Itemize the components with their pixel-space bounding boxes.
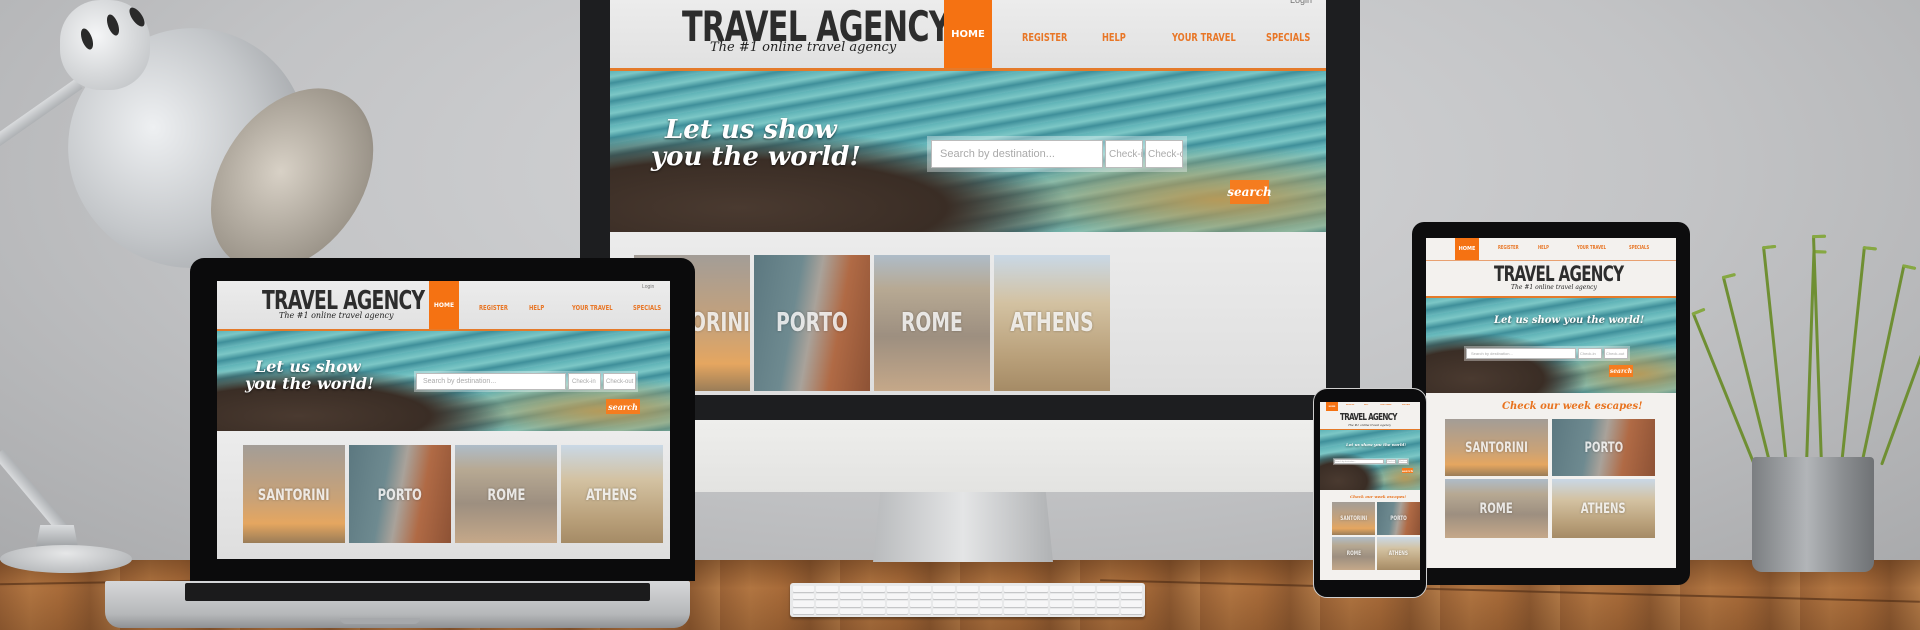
nav-help[interactable]: HELP (529, 304, 544, 312)
checkout-input[interactable]: Check-out (1145, 140, 1183, 168)
destination-tile[interactable]: ROME (1445, 479, 1548, 538)
search-button[interactable]: search (1402, 468, 1413, 473)
monitor-stand (873, 492, 1053, 562)
search-button[interactable]: search (1227, 180, 1272, 204)
nav-register[interactable]: REGISTER (1022, 31, 1067, 44)
site-header: HOME REGISTER HELP YOUR TRAVEL SPECIALS … (1426, 238, 1676, 298)
destination-tile[interactable]: ATHENS (561, 445, 663, 543)
destination-tile[interactable]: ATHENS (994, 255, 1110, 391)
nav-help[interactable]: HELP (1538, 245, 1549, 251)
hero-headline: Let us show you the world! (245, 357, 375, 393)
nav-specials[interactable]: SPECIALS (1266, 31, 1310, 44)
tablet-site: HOME REGISTER HELP YOUR TRAVEL SPECIALS … (1426, 238, 1676, 568)
site-header: HOME REGISTER HELP YOUR TRAVEL SPECIALS … (1320, 402, 1420, 430)
checkin-input[interactable]: Check-in (1105, 140, 1143, 168)
hero-banner: Let us show you the world! Search by des… (1426, 298, 1676, 393)
destination-tile[interactable]: PORTO (754, 255, 870, 391)
lamp-cap (60, 0, 150, 90)
site-header: TRAVEL AGENCY The #1 online travel agenc… (610, 0, 1326, 71)
search-button[interactable]: search (606, 399, 640, 414)
search-bar: Search by destination... Check-in Check-… (1464, 346, 1630, 361)
search-button[interactable]: search (1609, 365, 1633, 377)
login-link[interactable]: Login (1290, 0, 1312, 5)
hero-headline: Let us show you the world! (651, 115, 861, 173)
laptop-site: TRAVEL AGENCY The #1 online travel agenc… (217, 281, 670, 559)
destination-input[interactable]: Search by destination... (1466, 348, 1576, 359)
brand-tagline: The #1 online travel agency (1348, 423, 1391, 427)
hero-headline: Let us show you the world! (1494, 315, 1645, 326)
phone-site: HOME REGISTER HELP YOUR TRAVEL SPECIALS … (1320, 402, 1420, 580)
destination-tile[interactable]: PORTO (1377, 502, 1420, 535)
checkin-input[interactable]: Check-in (1386, 459, 1396, 464)
hero-headline: Let us show you the world! (1346, 442, 1407, 447)
brand-tagline: The #1 online travel agency (1511, 284, 1597, 291)
hero-banner: Let us show you the world! Search by des… (1320, 430, 1420, 490)
laptop-notch (340, 618, 420, 624)
destination-tile[interactable]: PORTO (349, 445, 451, 543)
brand-logo[interactable]: TRAVEL AGENCY (1494, 262, 1624, 286)
brand-logo[interactable]: TRAVEL AGENCY (1340, 412, 1397, 423)
destination-input[interactable]: Search by destination... (931, 140, 1103, 168)
nav-specials[interactable]: SPECIALS (1629, 245, 1649, 251)
hero-banner: Let us show you the world! Search by des… (217, 331, 670, 431)
nav-specials[interactable]: SPECIALS (1402, 404, 1410, 406)
destination-input[interactable]: Search by destination... (416, 373, 566, 390)
plant-pot (1752, 457, 1874, 572)
nav-your-travel[interactable]: YOUR TRAVEL (572, 304, 613, 312)
destination-tile[interactable]: ROME (1332, 537, 1375, 570)
nav-home[interactable]: HOME (1326, 402, 1338, 411)
desktop-keyboard (790, 583, 1145, 617)
monitor-chin (580, 420, 1360, 492)
nav-register[interactable]: REGISTER (479, 304, 508, 312)
destination-tile[interactable]: ROME (455, 445, 557, 543)
checkin-input[interactable]: Check-in (1578, 348, 1602, 359)
nav-your-travel[interactable]: YOUR TRAVEL (1172, 31, 1236, 44)
nav-home[interactable]: HOME (429, 281, 459, 329)
nav-your-travel[interactable]: YOUR TRAVEL (1577, 245, 1606, 251)
nav-your-travel[interactable]: YOUR TRAVEL (1380, 404, 1392, 406)
destination-tile[interactable]: SANTORINI (243, 445, 345, 543)
destinations-gallery: SANTORINI PORTO ROME ATHENS (610, 232, 1326, 395)
hero-banner: Let us show you the world! Search by des… (610, 71, 1326, 232)
nav-home[interactable]: HOME (1455, 238, 1479, 260)
destination-tile[interactable]: PORTO (1552, 419, 1655, 476)
destination-tile[interactable]: SANTORINI (1332, 502, 1375, 535)
laptop-keyboard (185, 583, 650, 601)
checkout-input[interactable]: Check-out (1398, 459, 1408, 464)
search-bar: Search by destination... Check-in Check-… (927, 136, 1187, 172)
checkin-input[interactable]: Check-in (568, 373, 601, 390)
nav-register[interactable]: REGISTER (1498, 245, 1519, 251)
checkout-input[interactable]: Check-out (1604, 348, 1628, 359)
nav-help[interactable]: HELP (1102, 31, 1126, 44)
lamp-base (0, 545, 132, 573)
search-bar: Search by destination... Check-in Check-… (1333, 458, 1409, 465)
nav-help[interactable]: HELP (1364, 404, 1368, 406)
checkout-input[interactable]: Check-out (603, 373, 636, 390)
destinations-gallery: SANTORINI PORTO ROME ATHENS (217, 431, 670, 559)
nav-home[interactable]: HOME (944, 0, 992, 68)
escapes-heading: Check our week escapes! (1502, 401, 1643, 412)
nav-register[interactable]: REGISTER (1346, 404, 1354, 406)
login-link[interactable]: Login (642, 284, 654, 290)
site-header: TRAVEL AGENCY The #1 online travel agenc… (217, 281, 670, 331)
destination-tile[interactable]: SANTORINI (1445, 419, 1548, 476)
desktop-site: TRAVEL AGENCY The #1 online travel agenc… (610, 0, 1326, 395)
brand-tagline: The #1 online travel agency (279, 311, 394, 320)
brand-tagline: The #1 online travel agency (710, 40, 897, 55)
destination-input[interactable]: Search by destination... (1334, 459, 1384, 464)
nav-specials[interactable]: SPECIALS (633, 304, 661, 312)
search-bar: Search by destination... Check-in Check-… (414, 371, 638, 392)
escapes-heading: Check our week escapes! (1350, 494, 1407, 499)
destination-tile[interactable]: ATHENS (1377, 537, 1420, 570)
destination-tile[interactable]: ATHENS (1552, 479, 1655, 538)
destination-tile[interactable]: ROME (874, 255, 990, 391)
